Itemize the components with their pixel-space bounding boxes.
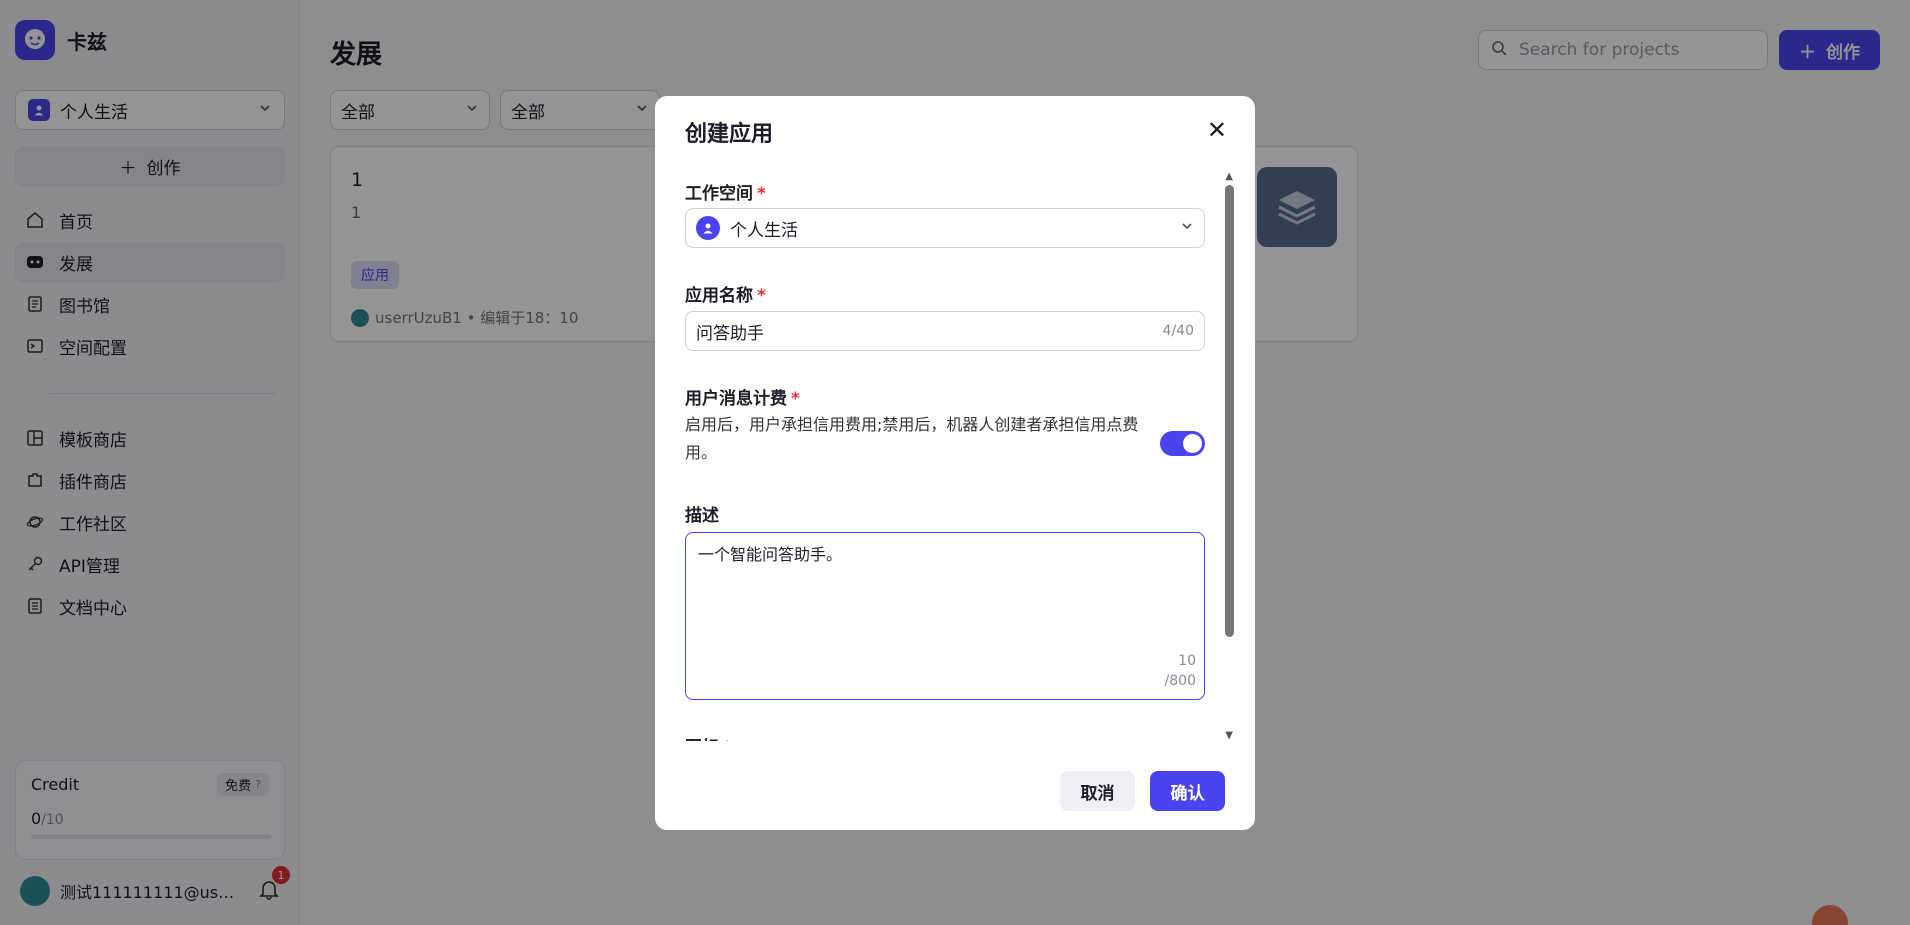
- label-text: 描述: [685, 506, 719, 526]
- icon-field-label: 图标 *: [685, 733, 732, 741]
- scroll-down-arrow-icon[interactable]: ▼: [1225, 730, 1233, 741]
- required-mark: *: [723, 738, 732, 741]
- workspace-field-label: 工作空间 *: [685, 179, 766, 204]
- chevron-down-icon: [1180, 218, 1194, 238]
- description-field-label: 描述: [685, 501, 719, 526]
- app-name-value: 问答助手: [696, 323, 764, 344]
- scroll-thumb[interactable]: [1225, 185, 1234, 637]
- billing-toggle[interactable]: [1160, 431, 1205, 456]
- create-app-dialog: 创建应用 ✕ 工作空间 * 个人生活 应用名称 * 问答助手 4/40 用户消息计费…: [655, 96, 1255, 830]
- cancel-button[interactable]: 取消: [1060, 771, 1135, 811]
- billing-field-label: 用户消息计费 *: [685, 384, 800, 409]
- workspace-value: 个人生活: [730, 220, 798, 241]
- toggle-knob: [1183, 434, 1202, 453]
- char-count: 10 /800: [1165, 651, 1196, 691]
- label-text: 应用名称: [685, 286, 753, 306]
- char-count-current: 10: [1178, 653, 1196, 669]
- dialog-title: 创建应用: [685, 122, 774, 147]
- char-count-max: /800: [1164, 673, 1196, 689]
- required-mark: *: [757, 286, 766, 306]
- label-text: 工作空间: [685, 184, 753, 204]
- app-name-input[interactable]: 问答助手 4/40: [685, 311, 1205, 351]
- required-mark: *: [791, 389, 800, 409]
- label-text: 用户消息计费: [685, 389, 787, 409]
- label-text: 图标: [685, 738, 719, 741]
- confirm-button[interactable]: 确认: [1150, 771, 1225, 811]
- scrollbar[interactable]: ▲ ▼: [1223, 171, 1235, 741]
- app-name-field-label: 应用名称 *: [685, 281, 766, 306]
- close-icon[interactable]: ✕: [1207, 116, 1227, 144]
- description-textarea[interactable]: 一个智能问答助手。 10 /800: [685, 532, 1205, 700]
- required-mark: *: [757, 184, 766, 204]
- scroll-up-arrow-icon[interactable]: ▲: [1225, 171, 1233, 182]
- char-count: 4/40: [1162, 323, 1194, 339]
- user-icon: [696, 216, 720, 240]
- workspace-select[interactable]: 个人生活: [685, 208, 1205, 248]
- description-value: 一个智能问答助手。: [698, 545, 843, 564]
- billing-description: 启用后，用户承担信用费用;禁用后，机器人创建者承担信用点费用。: [685, 415, 1139, 462]
- dialog-body[interactable]: 工作空间 * 个人生活 应用名称 * 问答助手 4/40 用户消息计费 * 启用后，用…: [685, 171, 1235, 741]
